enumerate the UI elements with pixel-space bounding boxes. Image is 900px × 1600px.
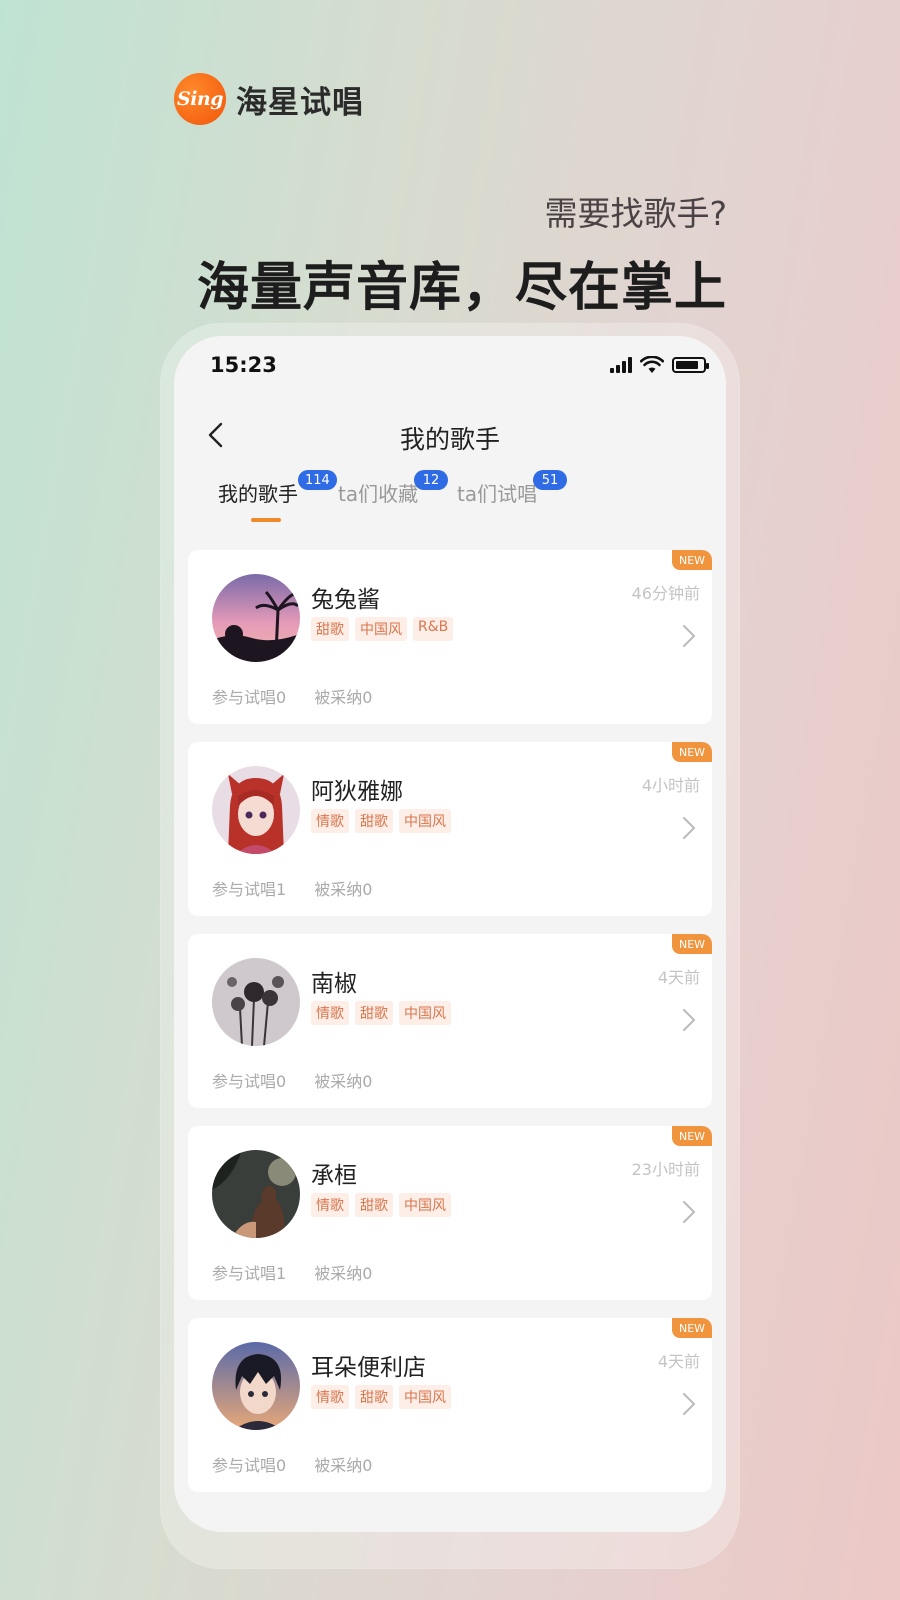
- genre-tag: 情歌: [311, 809, 349, 833]
- adopted-count: 被采纳0: [314, 880, 373, 899]
- genre-tag: 甜歌: [355, 1001, 393, 1025]
- count-badge: 51: [533, 470, 567, 490]
- status-bar: 15:23: [174, 336, 726, 396]
- participated-count: 参与试唱0: [212, 1456, 287, 1475]
- adopted-count: 被采纳0: [314, 1264, 373, 1283]
- tag-list: 甜歌 中国风 R&B: [311, 617, 454, 641]
- tag-list: 情歌 甜歌 中国风: [311, 1001, 451, 1025]
- genre-tag: 中国风: [399, 809, 451, 833]
- new-badge: NEW: [672, 934, 712, 954]
- singer-name: 承桓: [311, 1163, 357, 1189]
- genre-tag: 甜歌: [355, 809, 393, 833]
- new-badge: NEW: [672, 1318, 712, 1338]
- chevron-right-icon: [683, 817, 696, 839]
- singer-name: 兔兔酱: [311, 587, 380, 613]
- tab-bar: 我的歌手 114 ta们收藏 12 ta们试唱 51: [174, 466, 726, 526]
- chevron-right-icon: [683, 1009, 696, 1031]
- singer-card[interactable]: NEW 阿狄雅娜 4小时前 情歌 甜歌 中国风 参与试唱1 被采纳0: [188, 742, 712, 916]
- participated-count: 参与试唱1: [212, 1264, 287, 1283]
- brand: Sing 海星试唱: [174, 73, 364, 125]
- genre-tag: 中国风: [399, 1385, 451, 1409]
- chevron-right-icon: [683, 1393, 696, 1415]
- tab-label: 我的歌手: [218, 482, 298, 506]
- singer-name: 南椒: [311, 971, 357, 997]
- battery-icon: [672, 357, 709, 373]
- genre-tag: 中国风: [399, 1001, 451, 1025]
- count-badge: 12: [414, 470, 448, 490]
- stats-row: 参与试唱0 被采纳0: [212, 1452, 372, 1476]
- genre-tag: 情歌: [311, 1193, 349, 1217]
- tag-list: 情歌 甜歌 中国风: [311, 1385, 451, 1409]
- nav-bar: 我的歌手: [174, 406, 726, 466]
- genre-tag: 甜歌: [355, 1385, 393, 1409]
- tab-my-singers[interactable]: 我的歌手 114: [218, 470, 337, 507]
- tab-indicator: [251, 518, 281, 522]
- adopted-count: 被采纳0: [314, 1072, 373, 1091]
- adopted-count: 被采纳0: [314, 688, 373, 707]
- new-badge: NEW: [672, 742, 712, 762]
- battery-fill: [676, 361, 699, 369]
- last-active-time: 46分钟前: [631, 584, 700, 603]
- genre-tag: 甜歌: [355, 1193, 393, 1217]
- brand-name: 海星试唱: [236, 84, 364, 121]
- anime-girl-avatar: [212, 766, 300, 854]
- sunset-palm-avatar: [212, 574, 300, 662]
- last-active-time: 23小时前: [631, 1160, 700, 1179]
- genre-tag: 情歌: [311, 1001, 349, 1025]
- last-active-time: 4天前: [657, 1352, 700, 1371]
- promo-title: 海量声音库，尽在掌上: [196, 258, 727, 318]
- status-time: 15:23: [210, 353, 277, 377]
- signal-icon: [610, 357, 632, 373]
- stats-row: 参与试唱1 被采纳0: [212, 876, 372, 900]
- wifi-icon: [640, 356, 664, 373]
- tab-their-auditions[interactable]: ta们试唱 51: [457, 470, 567, 507]
- participated-count: 参与试唱0: [212, 1072, 287, 1091]
- singer-card[interactable]: NEW 承桓 23小时前 情歌 甜歌 中国风 参与试唱1 被采纳0: [188, 1126, 712, 1300]
- chevron-right-icon: [683, 625, 696, 647]
- singer-card[interactable]: NEW 耳朵便利店 4天前 情歌 甜歌 中国风 参与试唱0 被采纳0: [188, 1318, 712, 1492]
- phone-screen: 15:23 我的歌手 我的歌手 114 ta们收藏 12 ta们试唱 51 NE…: [174, 336, 726, 1532]
- new-badge: NEW: [672, 1126, 712, 1146]
- sing-logo-icon: Sing: [174, 73, 226, 125]
- stats-row: 参与试唱0 被采纳0: [212, 684, 372, 708]
- genre-tag: 甜歌: [311, 617, 349, 641]
- genre-tag: R&B: [413, 617, 454, 641]
- tag-list: 情歌 甜歌 中国风: [311, 809, 451, 833]
- new-badge: NEW: [672, 550, 712, 570]
- silhouette-avatar: [212, 1150, 300, 1238]
- genre-tag: 情歌: [311, 1385, 349, 1409]
- tab-label: ta们试唱: [457, 482, 538, 506]
- page-title: 我的歌手: [399, 425, 500, 454]
- anime-boy-avatar: [212, 1342, 300, 1430]
- participated-count: 参与试唱0: [212, 688, 287, 707]
- singer-card[interactable]: NEW 兔兔酱 46分钟前 甜歌 中国风 R&B 参与试唱0 被采纳0: [188, 550, 712, 724]
- last-active-time: 4小时前: [641, 776, 700, 795]
- singer-name: 耳朵便利店: [311, 1355, 426, 1381]
- last-active-time: 4天前: [657, 968, 700, 987]
- tag-list: 情歌 甜歌 中国风: [311, 1193, 451, 1217]
- genre-tag: 中国风: [355, 617, 407, 641]
- stats-row: 参与试唱1 被采纳0: [212, 1260, 372, 1284]
- dried-flowers-avatar: [212, 958, 300, 1046]
- tab-their-favorites[interactable]: ta们收藏 12: [338, 470, 448, 507]
- singer-card[interactable]: NEW 南椒 4天前 情歌 甜歌 中国风 参与试唱0 被采纳0: [188, 934, 712, 1108]
- count-badge: 114: [298, 470, 337, 490]
- participated-count: 参与试唱1: [212, 880, 287, 899]
- genre-tag: 中国风: [399, 1193, 451, 1217]
- tab-label: ta们收藏: [338, 482, 419, 506]
- adopted-count: 被采纳0: [314, 1456, 373, 1475]
- status-icons: [610, 356, 709, 374]
- stats-row: 参与试唱0 被采纳0: [212, 1068, 372, 1092]
- chevron-right-icon: [683, 1201, 696, 1223]
- promo-subtitle: 需要找歌手?: [544, 194, 727, 233]
- singer-name: 阿狄雅娜: [311, 779, 403, 805]
